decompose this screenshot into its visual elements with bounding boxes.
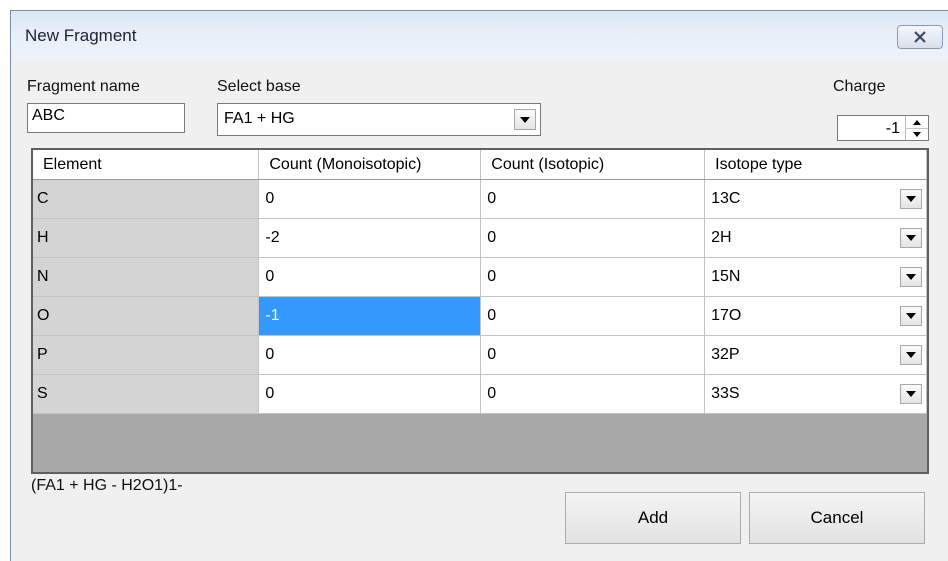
isotope-type-dropdown-button[interactable] — [900, 227, 922, 248]
select-base-dropdown[interactable]: FA1 + HG — [217, 103, 541, 136]
formula-result: (FA1 + HG - H2O1)1- — [31, 477, 183, 494]
isotope-type-dropdown-button[interactable] — [900, 344, 922, 365]
monoisotopic-count-cell[interactable]: 0 — [258, 257, 482, 297]
table-row: P 0 0 32P — [33, 335, 927, 375]
select-base-dropdown-button[interactable] — [514, 109, 536, 130]
isotope-type-cell[interactable]: 33S — [704, 374, 927, 414]
select-base-value: FA1 + HG — [224, 110, 295, 127]
isotopic-count-cell[interactable]: 0 — [480, 335, 706, 375]
charge-label: Charge — [833, 78, 886, 95]
column-header-count-monoisotopic[interactable]: Count (Monoisotopic) — [258, 150, 482, 180]
select-base-label: Select base — [217, 78, 301, 95]
monoisotopic-count-cell[interactable]: 0 — [258, 374, 482, 414]
window-title: New Fragment — [25, 26, 137, 45]
arrow-up-icon — [913, 119, 921, 125]
table-row: S 0 0 33S — [33, 374, 927, 414]
chevron-down-icon — [520, 116, 530, 123]
isotope-type-dropdown-button[interactable] — [900, 266, 922, 287]
element-cell: H — [33, 218, 260, 258]
chevron-down-icon — [906, 351, 916, 358]
fragment-name-input[interactable]: ABC — [27, 103, 185, 133]
isotopic-count-cell[interactable]: 0 — [480, 374, 706, 414]
table-row: O -1 0 17O — [33, 296, 927, 336]
column-header-count-isotopic[interactable]: Count (Isotopic) — [480, 150, 706, 180]
isotope-type-cell[interactable]: 13C — [704, 179, 927, 219]
chevron-down-icon — [906, 312, 916, 319]
table-row: N 0 0 15N — [33, 257, 927, 297]
add-button[interactable]: Add — [565, 492, 741, 544]
isotope-type-value: 17O — [711, 306, 742, 324]
isotope-type-value: 2H — [711, 228, 732, 246]
table-header-row: Element Count (Monoisotopic) Count (Isot… — [33, 150, 927, 180]
isotopic-count-cell[interactable]: 0 — [480, 218, 706, 258]
charge-decrement-button[interactable] — [906, 128, 928, 140]
chevron-down-icon — [906, 234, 916, 241]
charge-value: -1 — [885, 120, 900, 137]
isotope-type-value: 15N — [711, 267, 741, 285]
element-grid: Element Count (Monoisotopic) Count (Isot… — [31, 148, 929, 474]
element-cell: O — [33, 296, 260, 336]
close-button[interactable] — [897, 25, 943, 49]
isotopic-count-cell[interactable]: 0 — [480, 179, 706, 219]
isotope-type-value: 13C — [711, 189, 741, 207]
new-fragment-dialog: New Fragment Fragment name ABC Select ba… — [10, 10, 948, 561]
charge-spin-buttons — [905, 116, 928, 140]
element-table: Element Count (Monoisotopic) Count (Isot… — [33, 150, 927, 414]
isotopic-count-cell[interactable]: 0 — [480, 257, 706, 297]
table-row: H -2 0 2H — [33, 218, 927, 258]
chevron-down-icon — [906, 195, 916, 202]
isotope-type-dropdown-button[interactable] — [900, 188, 922, 209]
isotope-type-cell[interactable]: 17O — [704, 296, 927, 336]
monoisotopic-count-cell-selected[interactable]: -1 — [258, 296, 482, 336]
element-cell: S — [33, 374, 260, 414]
isotope-type-cell[interactable]: 2H — [704, 218, 927, 258]
charge-stepper[interactable]: -1 — [837, 115, 929, 141]
arrow-down-icon — [913, 131, 921, 137]
monoisotopic-count-cell[interactable]: -2 — [258, 218, 482, 258]
chevron-down-icon — [906, 390, 916, 397]
element-cell: C — [33, 179, 260, 219]
column-header-isotope-type[interactable]: Isotope type — [704, 150, 927, 180]
isotopic-count-cell[interactable]: 0 — [480, 296, 706, 336]
fragment-name-label: Fragment name — [27, 78, 140, 95]
monoisotopic-count-cell[interactable]: 0 — [258, 335, 482, 375]
isotope-type-dropdown-button[interactable] — [900, 383, 922, 404]
element-cell: P — [33, 335, 260, 375]
isotope-type-cell[interactable]: 32P — [704, 335, 927, 375]
isotope-type-value: 32P — [711, 345, 740, 363]
close-icon — [914, 31, 926, 43]
monoisotopic-count-cell[interactable]: 0 — [258, 179, 482, 219]
table-row: C 0 0 13C — [33, 179, 927, 219]
isotope-type-dropdown-button[interactable] — [900, 305, 922, 326]
element-cell: N — [33, 257, 260, 297]
title-bar: New Fragment — [11, 11, 948, 61]
chevron-down-icon — [906, 273, 916, 280]
isotope-type-value: 33S — [711, 384, 740, 402]
isotope-type-cell[interactable]: 15N — [704, 257, 927, 297]
cancel-button[interactable]: Cancel — [749, 492, 925, 544]
column-header-element[interactable]: Element — [33, 150, 260, 180]
